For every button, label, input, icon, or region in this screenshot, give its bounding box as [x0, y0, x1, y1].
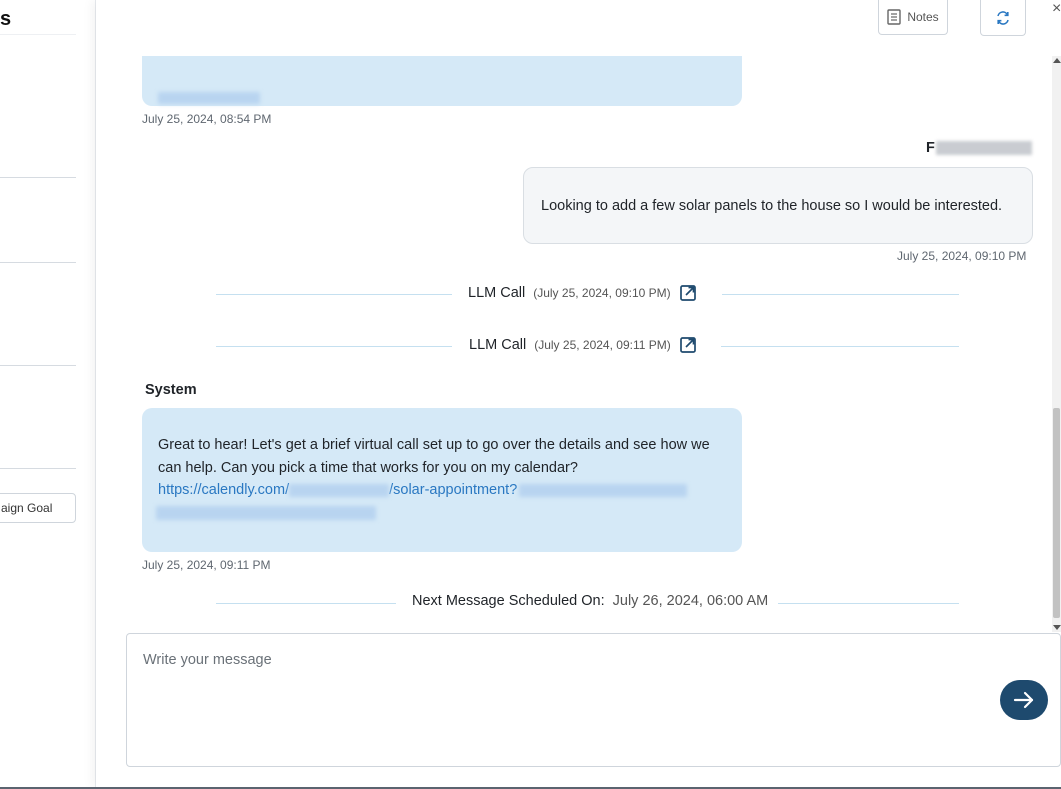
redacted-text: [289, 483, 390, 497]
scroll-up-arrow[interactable]: [1053, 58, 1061, 63]
background-sidebar: s aign Goal: [0, 0, 96, 789]
chat-messages[interactable]: July 25, 2024, 08:54 PM F Looking to add…: [96, 56, 1052, 630]
campaign-goal-button[interactable]: aign Goal: [0, 493, 76, 523]
message-timestamp: July 25, 2024, 09:10 PM: [897, 249, 1027, 263]
scheduled-label: Next Message Scheduled On:: [412, 593, 605, 609]
arrow-right-icon: [1013, 691, 1034, 709]
refresh-icon: [997, 10, 1009, 25]
divider-line: [778, 603, 959, 604]
external-link-icon[interactable]: [679, 284, 697, 302]
scheduled-time: July 26, 2024, 06:00 AM: [612, 593, 769, 609]
conversation-modal: Notes × July 25, 2024, 08:54 PM F Lookin…: [96, 0, 1061, 787]
divider: [0, 34, 76, 35]
llm-call-time: (July 25, 2024, 09:11 PM): [534, 338, 671, 352]
redacted-text: [519, 483, 688, 497]
message-timestamp: July 25, 2024, 08:54 PM: [142, 112, 272, 126]
next-message-divider: Next Message Scheduled On: July 26, 2024…: [216, 593, 959, 613]
llm-call-time: (July 25, 2024, 09:10 PM): [533, 286, 671, 300]
next-message-label: Next Message Scheduled On: July 26, 2024…: [412, 593, 768, 609]
divider-line: [722, 294, 959, 295]
llm-call-title: LLM Call: [468, 285, 526, 301]
link-prefix[interactable]: https://calendly.com/: [158, 482, 289, 498]
send-button[interactable]: [1000, 680, 1048, 720]
divider-line: [721, 346, 959, 347]
scroll-down-arrow[interactable]: [1053, 625, 1061, 630]
calendly-link-continued: [156, 502, 726, 525]
divider: [0, 177, 76, 178]
refresh-button[interactable]: [980, 0, 1026, 36]
notes-icon: [887, 9, 902, 25]
llm-call-label: LLM Call (July 25, 2024, 09:11 PM): [469, 336, 697, 354]
user-sender-name: F: [926, 140, 1032, 156]
redacted-name: [935, 141, 1032, 155]
divider-line: [216, 603, 396, 604]
divider-line: [216, 294, 452, 295]
divider: [0, 365, 76, 366]
message-composer: [126, 633, 1061, 767]
llm-call-title: LLM Call: [469, 337, 527, 353]
llm-call-label: LLM Call (July 25, 2024, 09:10 PM): [468, 284, 697, 302]
link-path[interactable]: /solar-appointment?: [389, 482, 517, 498]
redacted-text: [158, 92, 260, 104]
chat-scrollbar[interactable]: [1052, 56, 1061, 632]
calendly-link[interactable]: https://calendly.com/ /solar-appointment?: [158, 479, 726, 502]
external-link-icon[interactable]: [679, 336, 697, 354]
divider-line: [216, 346, 452, 347]
message-input[interactable]: [127, 634, 1060, 766]
message-timestamp: July 25, 2024, 09:11 PM: [142, 558, 271, 572]
llm-call-divider: LLM Call (July 25, 2024, 09:10 PM): [216, 284, 959, 304]
system-message-bubble: [142, 56, 742, 106]
sender-initial: F: [926, 140, 935, 156]
divider: [0, 468, 76, 469]
scroll-thumb[interactable]: [1053, 408, 1060, 618]
sidebar-title: s: [0, 8, 12, 30]
llm-call-divider: LLM Call (July 25, 2024, 09:11 PM): [216, 336, 959, 356]
system-message-bubble: Great to hear! Let's get a brief virtual…: [142, 408, 742, 552]
notes-label: Notes: [907, 10, 939, 24]
divider: [0, 262, 76, 263]
system-sender-name: System: [145, 382, 197, 398]
close-button[interactable]: ×: [1052, 0, 1061, 18]
system-message-text: Great to hear! Let's get a brief virtual…: [158, 437, 710, 476]
user-message-bubble: Looking to add a few solar panels to the…: [523, 167, 1033, 244]
redacted-text: [156, 505, 376, 520]
user-message-text: Looking to add a few solar panels to the…: [541, 197, 1003, 214]
notes-button[interactable]: Notes: [878, 0, 948, 35]
